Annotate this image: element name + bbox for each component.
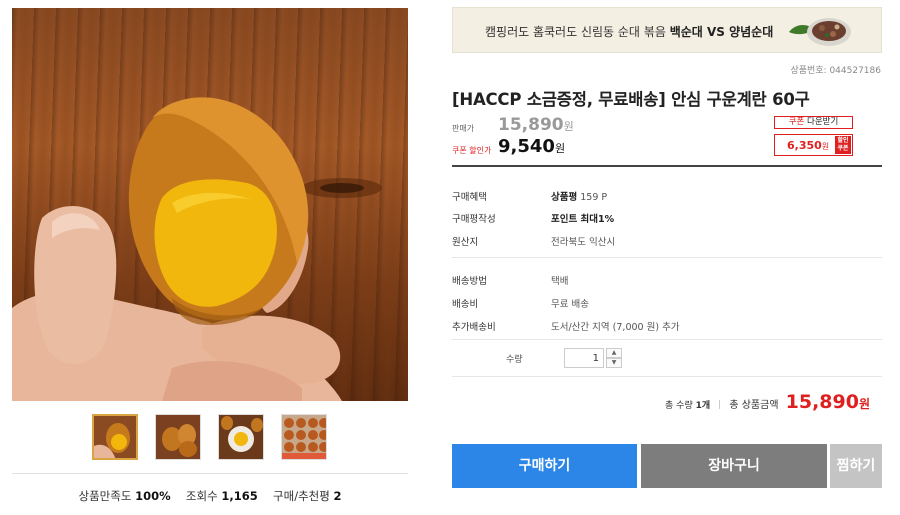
extra-fee-label: 추가배송비	[452, 322, 496, 333]
product-number: 상품번호: 044527186	[790, 66, 881, 76]
total-amount-unit: 원	[858, 397, 870, 411]
coupon-amount-unit: 원	[821, 142, 830, 151]
benefit-value-rest: 159 P	[577, 192, 608, 203]
total-quantity-label: 총 수량	[665, 401, 693, 411]
info-divider-2	[452, 339, 882, 340]
sundae-dish-image	[789, 18, 851, 46]
benefit-value-bold: 상품평	[551, 192, 578, 203]
add-to-cart-button[interactable]: 장바구니	[641, 444, 827, 488]
reviews-value: 2	[333, 489, 342, 503]
left-divider	[12, 473, 408, 474]
review-value: 포인트 최대1%	[551, 211, 614, 225]
sale-price-value: 9,540	[498, 136, 555, 157]
banner-text-bold: 백순대 VS 양념순대	[669, 25, 774, 39]
original-price-unit: 원	[563, 120, 574, 133]
views-label: 조회수	[185, 489, 218, 503]
egg-tray-thumb	[282, 415, 326, 459]
egg-hand-thumb	[94, 416, 136, 458]
sale-price-unit: 원	[554, 142, 566, 155]
benefit-value: 상품평 159 P	[551, 189, 607, 203]
banner-text: 캠핑러도 홈쿡러도 신림동 순대 볶음 백순대 VS 양념순대	[485, 23, 773, 40]
total-amount-label: 총 상품금액	[729, 400, 779, 411]
coupon-amount: 6,350원	[787, 139, 829, 152]
review-value-text: 포인트 최대1%	[551, 214, 615, 225]
extra-fee-value: 도서/산간 지역 (7,000 원) 추가	[551, 322, 680, 333]
quantity-input[interactable]	[564, 348, 604, 368]
price-divider	[452, 165, 882, 167]
thumbnail-1[interactable]	[92, 414, 138, 460]
product-stats: 상품만족도 100% 조회수 1,165 구매/추천평 2	[12, 488, 408, 504]
total-quantity-value: 1개	[695, 401, 711, 411]
price-label: 판매가	[452, 124, 475, 133]
thumbnail-4[interactable]	[281, 414, 327, 460]
total-amount-value: 15,890	[785, 391, 859, 413]
review-label: 구매평작성	[452, 214, 496, 225]
thumbnail-3[interactable]	[218, 414, 264, 460]
total-quantity: 총 수량 1개	[665, 401, 710, 411]
original-price-value: 15,890	[498, 115, 564, 135]
promo-banner[interactable]: 캠핑러도 홈쿡러도 신림동 순대 볶음 백순대 VS 양념순대	[452, 7, 882, 53]
sale-price-label: 쿠폰 할인가	[452, 146, 492, 155]
product-title: [HACCP 소금증정, 무료배송] 안심 구운계란 60구	[452, 90, 810, 109]
sale-price: 9,540원	[498, 136, 565, 157]
coupon-discount-box[interactable]: 6,350원 할인 쿠폰	[774, 134, 853, 156]
satisfaction-value: 100%	[135, 489, 171, 503]
buy-button[interactable]: 구매하기	[452, 444, 637, 488]
origin-label: 원산지	[452, 237, 479, 248]
benefit-label: 구매혜택	[452, 192, 487, 203]
shipping-method-label: 배송방법	[452, 276, 487, 287]
quantity-divider	[452, 376, 882, 377]
coupon-amount-value: 6,350	[787, 139, 822, 152]
egg-cut-thumb	[219, 415, 263, 459]
product-main-image[interactable]	[12, 8, 408, 401]
total-separator	[719, 400, 721, 409]
eggs-plate-thumb	[156, 415, 200, 459]
quantity-label: 수량	[506, 355, 523, 365]
shipping-fee-label: 배송비	[452, 299, 479, 310]
quantity-up-button[interactable]: ▲	[606, 348, 622, 358]
coupon-tag: 할인 쿠폰	[835, 136, 851, 154]
coupon-download-button[interactable]: 쿠폰 다운받기	[774, 116, 853, 129]
coupon-download-prefix: 쿠폰	[788, 117, 805, 127]
shipping-method-value: 택배	[551, 276, 569, 287]
origin-value: 전라북도 익산시	[551, 237, 616, 248]
coupon-download-suffix: 다운받기	[804, 117, 839, 127]
quantity-down-button[interactable]: ▼	[606, 358, 622, 368]
original-price: 15,890원	[498, 115, 574, 135]
total-summary: 총 수량 1개 총 상품금액 15,890원	[665, 391, 870, 413]
views-value: 1,165	[221, 489, 258, 503]
shipping-fee-value: 무료 배송	[551, 299, 589, 310]
thumbnail-2[interactable]	[155, 414, 201, 460]
wishlist-button[interactable]: 찜하기	[830, 444, 882, 488]
info-divider-1	[452, 257, 882, 258]
satisfaction-label: 상품만족도	[78, 489, 132, 503]
banner-text-prefix: 캠핑러도 홈쿡러도 신림동 순대 볶음	[485, 25, 670, 39]
reviews-label: 구매/추천평	[273, 489, 330, 503]
braised-egg-photo	[12, 97, 382, 401]
